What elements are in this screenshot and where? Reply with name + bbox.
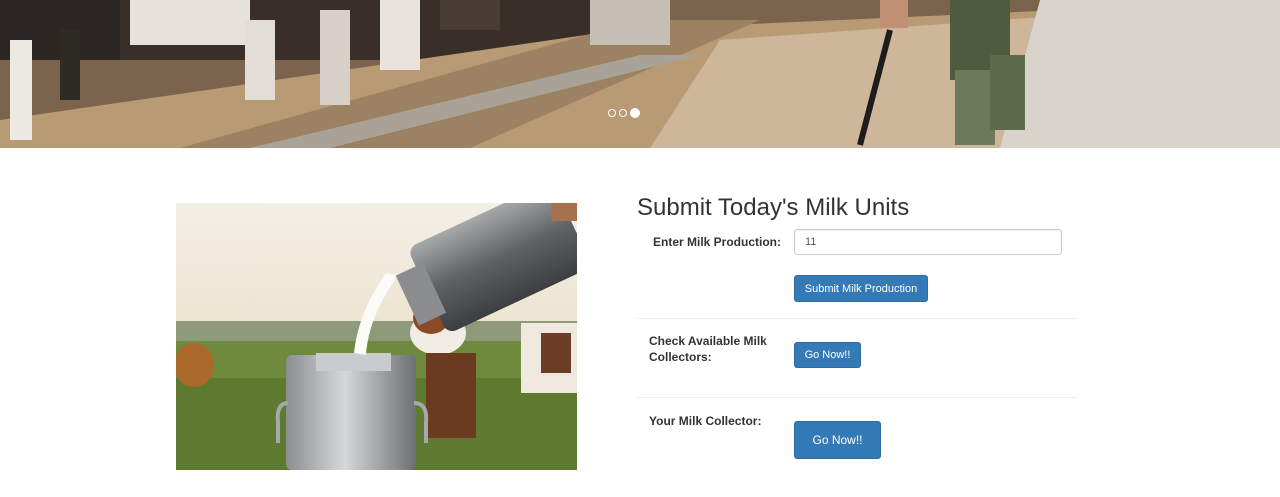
carousel-indicator-1[interactable] [608, 109, 616, 117]
divider [637, 318, 1077, 319]
your-collector-label: Your Milk Collector: [649, 414, 762, 428]
milk-pouring-photo [176, 203, 577, 470]
milk-production-label: Enter Milk Production: [653, 235, 782, 249]
hero-image [0, 0, 1280, 148]
milk-production-input[interactable] [794, 229, 1062, 255]
carousel-indicators [608, 108, 640, 118]
carousel-indicator-3[interactable] [630, 108, 640, 118]
check-collectors-label: Check Available Milk Collectors: [649, 334, 767, 364]
page-title: Submit Today's Milk Units [637, 194, 910, 221]
divider [637, 397, 1077, 398]
carousel-indicator-2[interactable] [619, 109, 627, 117]
hero-carousel [0, 0, 1280, 148]
your-collector-button[interactable]: Go Now!! [794, 421, 881, 459]
submit-milk-production-button[interactable]: Submit Milk Production [794, 275, 928, 302]
check-collectors-button[interactable]: Go Now!! [794, 342, 861, 368]
